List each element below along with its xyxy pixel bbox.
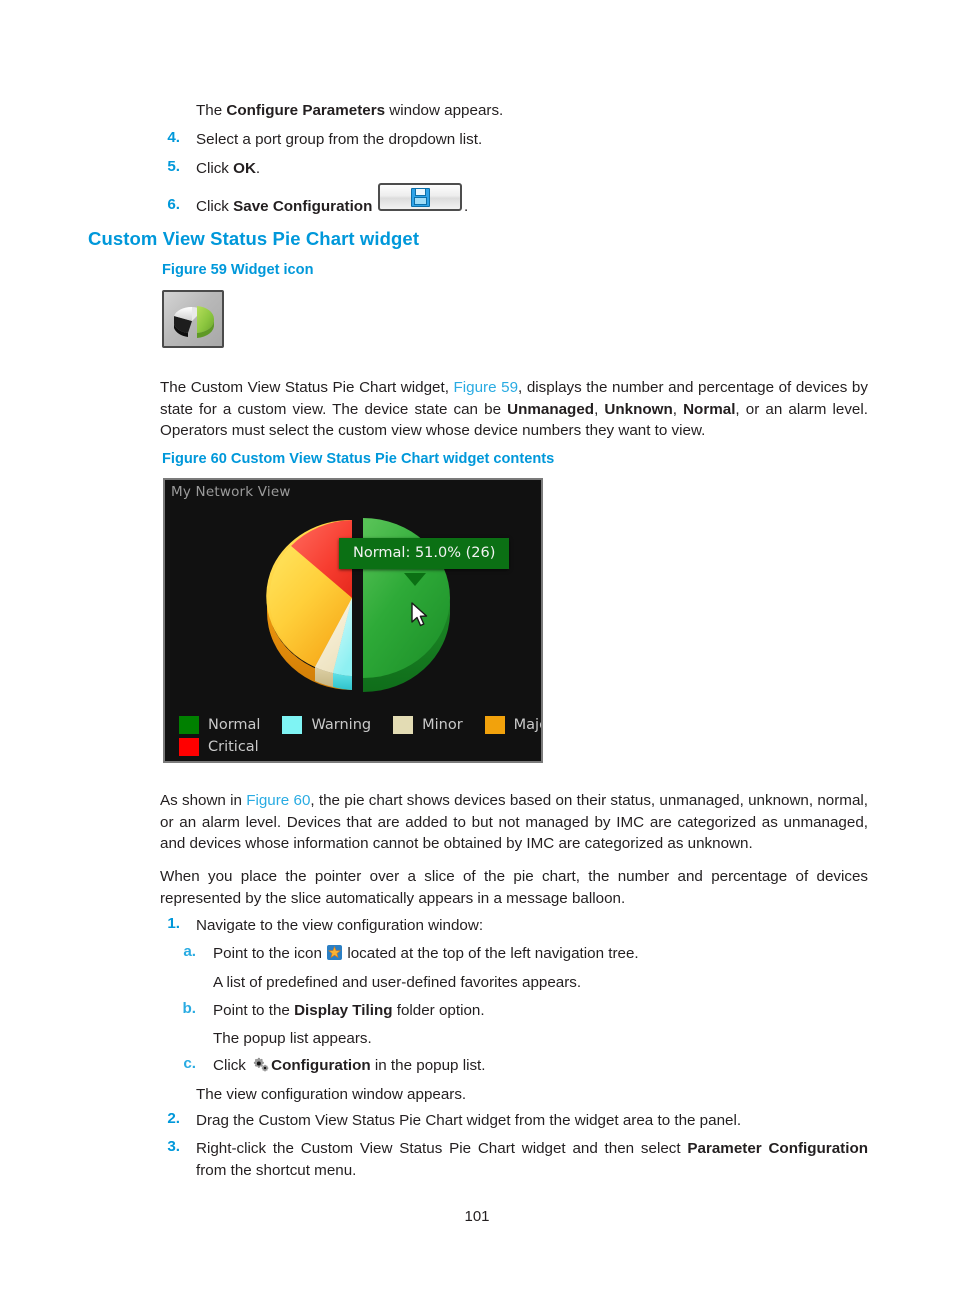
note-popup-list: The popup list appears. xyxy=(213,1030,372,1047)
arrow-cursor-icon xyxy=(411,602,428,627)
pie-chart-svg xyxy=(266,518,450,692)
p1-part3: , xyxy=(594,400,605,418)
p3-text: When you place the pointer over a slice … xyxy=(160,868,868,907)
legend-item-normal[interactable]: Normal xyxy=(179,716,282,734)
legend-item-major[interactable]: Major xyxy=(484,716,541,734)
step-1c-text: Click Configuration in the popup list. xyxy=(213,1055,893,1077)
figure-60-link[interactable]: Figure 60 xyxy=(246,792,310,809)
step-5-bold: OK xyxy=(233,160,256,177)
p1-bold-unmanaged: Unmanaged xyxy=(507,400,595,418)
step-1c-bold: Configuration xyxy=(271,1057,371,1074)
tooltip-tail xyxy=(404,573,426,586)
step-number-1a: a. xyxy=(183,943,196,960)
legend-swatch-minor xyxy=(393,716,414,734)
step-1c-pre: Click xyxy=(213,1057,251,1074)
save-configuration-button[interactable] xyxy=(378,183,462,211)
step-number-3: 3. xyxy=(167,1138,180,1155)
figure-59-caption: Figure 59 Widget icon xyxy=(162,262,314,278)
paragraph-widget-description: The Custom View Status Pie Chart widget,… xyxy=(160,377,868,442)
legend-item-warning[interactable]: Warning xyxy=(282,716,393,734)
step-6-bold: Save Configuration xyxy=(233,198,373,215)
step-1a-post: located at the top of the left navigatio… xyxy=(343,945,639,962)
step-number-4: 4. xyxy=(167,129,180,146)
step-5-pre: Click xyxy=(196,160,234,177)
pie-icon-glyph xyxy=(174,306,215,338)
p1-bold-unknown: Unknown xyxy=(604,400,673,418)
paragraph-pie-status: As shown in Figure 60, the pie chart sho… xyxy=(160,790,868,855)
p2-part1: As shown in xyxy=(160,792,247,809)
step-6-text: Click Save Configuration xyxy=(196,196,856,218)
step-1b-bold: Display Tiling xyxy=(294,1002,393,1019)
legend-label-minor: Minor xyxy=(422,717,463,733)
step-number-1c: c. xyxy=(183,1055,196,1072)
step-5-text: Click OK. xyxy=(196,158,856,180)
step-1a-text: Point to the icon located at the top of … xyxy=(213,943,893,965)
legend-swatch-major xyxy=(484,716,505,734)
step-3-bold: Parameter Configuration xyxy=(687,1140,868,1157)
step-3-post: from the shortcut menu. xyxy=(196,1161,357,1179)
step-6-pre: Click xyxy=(196,198,234,215)
legend-row-2: Critical xyxy=(179,738,529,756)
pie-chart-widget-icon xyxy=(162,290,224,348)
pie-chart-widget: My Network View Normal: 51.0% (26) Norma… xyxy=(163,478,543,763)
step-3-pre: Right-click the Custom View Status Pie C… xyxy=(196,1140,688,1157)
step-number-1: 1. xyxy=(167,915,180,932)
step-6-period: . xyxy=(464,198,469,215)
note-favorites-list: A list of predefined and user-defined fa… xyxy=(213,974,582,991)
figure-59-link[interactable]: Figure 59 xyxy=(454,379,519,396)
gears-configuration-icon xyxy=(252,1057,269,1072)
tooltip-text: Normal: 51.0% (26) xyxy=(353,545,496,561)
step-2-text: Drag the Custom View Status Pie Chart wi… xyxy=(196,1112,742,1129)
step-5-post: . xyxy=(255,160,261,177)
step-number-6: 6. xyxy=(167,196,180,213)
p1-part4: , xyxy=(672,400,684,418)
step-number-1b: b. xyxy=(182,1000,197,1017)
pie-slice-tooltip: Normal: 51.0% (26) xyxy=(339,538,510,569)
legend-label-major: Major xyxy=(513,717,541,733)
step-1c-post: in the popup list. xyxy=(370,1057,486,1074)
chart-legend: Normal Warning Minor Major Cri xyxy=(179,716,541,760)
step-1b-text: Point to the Display Tiling folder optio… xyxy=(213,1000,893,1022)
intro-pre: The xyxy=(196,102,227,119)
legend-label-critical: Critical xyxy=(208,739,259,755)
legend-item-critical[interactable]: Critical xyxy=(179,738,281,756)
p1-bold-normal: Normal xyxy=(683,400,736,418)
pie-chart-canvas xyxy=(165,498,541,710)
legend-swatch-critical xyxy=(179,738,199,756)
intro-post: window appears. xyxy=(385,102,504,119)
note-view-config-window: The view configuration window appears. xyxy=(196,1086,467,1103)
intro-bold-term: Configure Parameters xyxy=(226,102,386,119)
step-3-text: Right-click the Custom View Status Pie C… xyxy=(196,1138,868,1181)
figure-60-caption: Figure 60 Custom View Status Pie Chart w… xyxy=(162,451,555,467)
legend-item-minor[interactable]: Minor xyxy=(393,716,485,734)
paragraph-message-balloon: When you place the pointer over a slice … xyxy=(160,866,868,909)
legend-swatch-warning xyxy=(282,716,303,734)
legend-row-1: Normal Warning Minor Major xyxy=(179,716,541,734)
step-number-5: 5. xyxy=(167,158,180,175)
step-1a-pre: Point to the icon xyxy=(213,945,327,962)
document-page: The Configure Parameters window appears.… xyxy=(0,0,954,1296)
step-4-body: Select a port group from the dropdown li… xyxy=(196,131,483,148)
legend-swatch-normal xyxy=(179,716,199,734)
legend-label-warning: Warning xyxy=(311,717,372,733)
section-heading: Custom View Status Pie Chart widget xyxy=(88,228,420,249)
step-4-text: Select a port group from the dropdown li… xyxy=(196,129,856,151)
step-1b-post: folder option. xyxy=(392,1002,485,1019)
floppy-disk-icon xyxy=(410,187,430,207)
p1-part1: The Custom View Status Pie Chart widget, xyxy=(160,379,454,396)
legend-label-normal: Normal xyxy=(208,717,261,733)
page-number: 101 xyxy=(464,1208,490,1225)
step-1b-pre: Point to the xyxy=(213,1002,295,1019)
step-1-text: Navigate to the view configuration windo… xyxy=(196,917,484,934)
favorites-star-icon xyxy=(327,945,343,960)
step-number-2: 2. xyxy=(167,1110,180,1127)
intro-sentence: The Configure Parameters window appears. xyxy=(196,100,856,122)
